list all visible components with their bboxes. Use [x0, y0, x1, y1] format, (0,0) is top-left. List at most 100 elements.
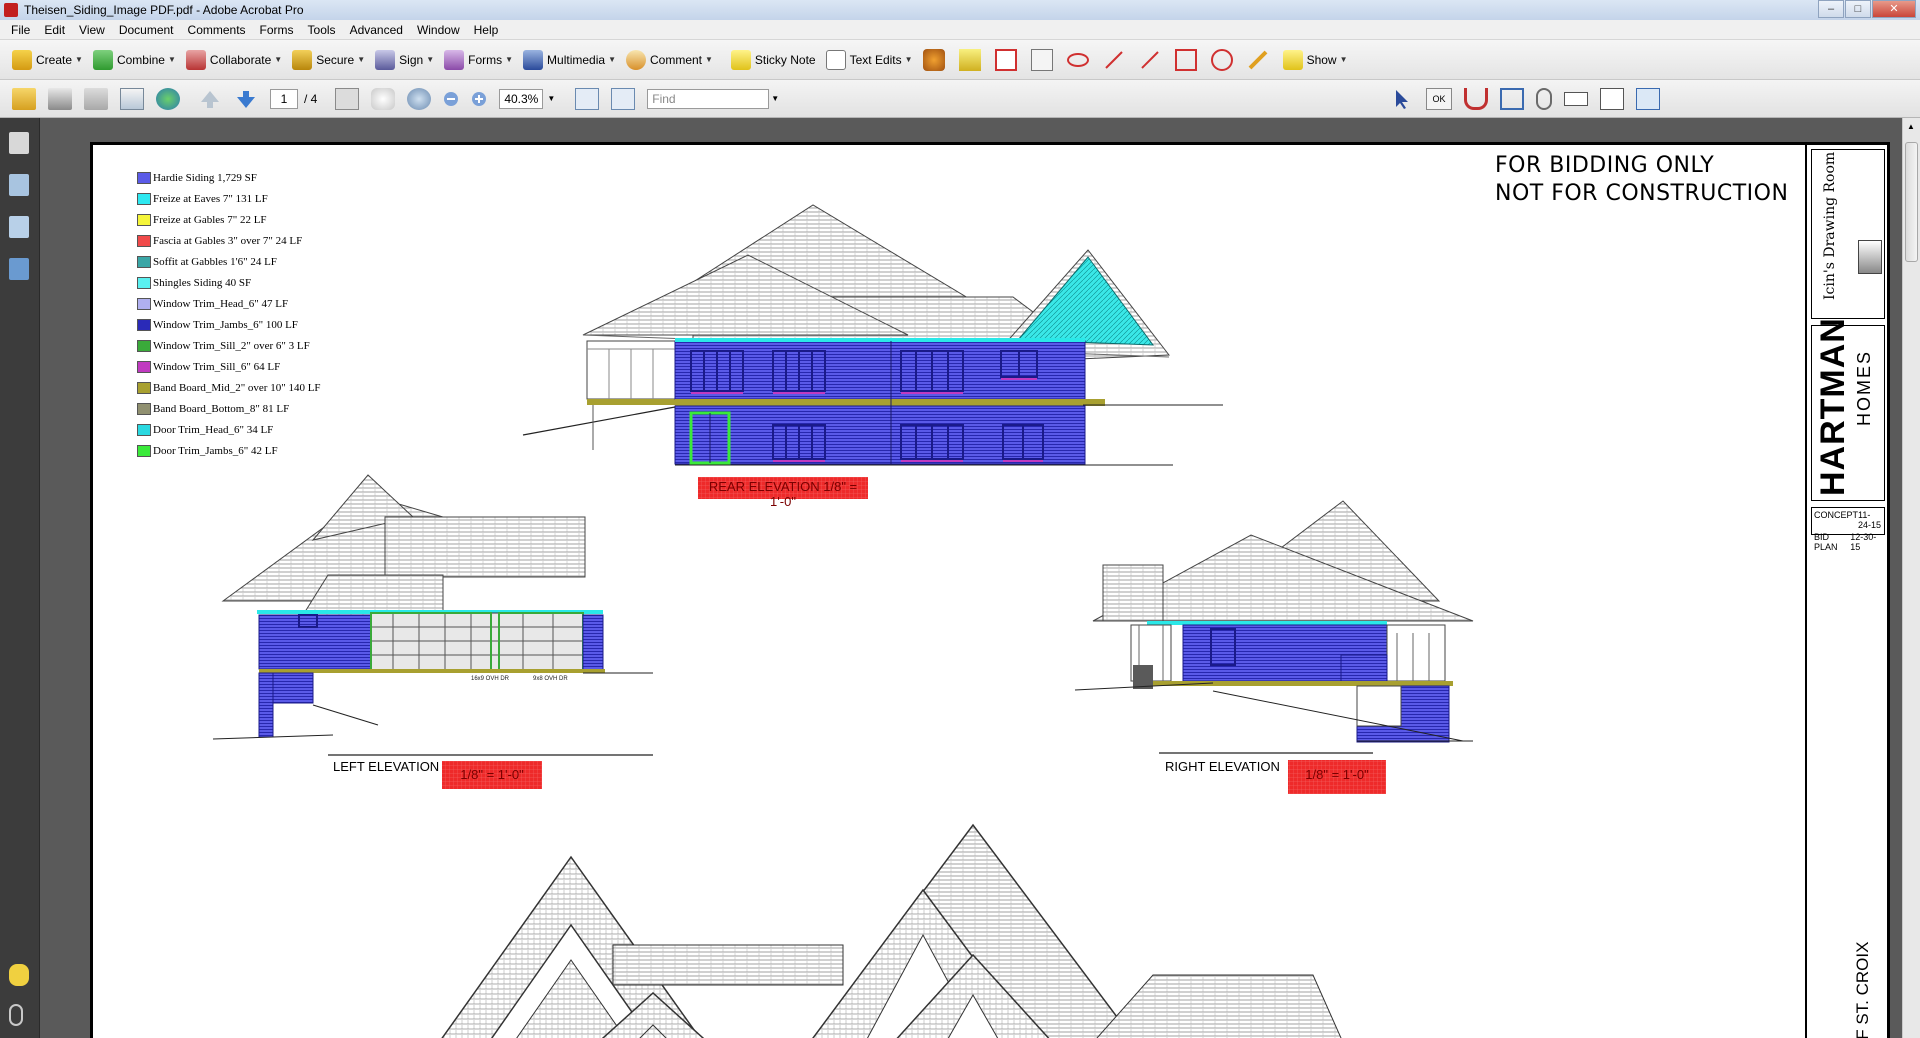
save-icon[interactable] — [84, 87, 108, 110]
collaborate-button[interactable]: Collaborate ▼ — [185, 46, 282, 74]
front-elevation-drawing — [441, 823, 1342, 1038]
scroll-up-icon[interactable]: ▲ — [1907, 122, 1915, 131]
menu-view[interactable]: View — [72, 23, 112, 37]
open-folder-icon[interactable] — [12, 87, 36, 110]
email-icon[interactable] — [120, 87, 144, 110]
zoom-in-icon[interactable] — [471, 88, 487, 110]
sticky-note-button[interactable]: Sticky Note — [730, 46, 816, 74]
house-logo-icon — [1858, 240, 1882, 274]
cloud-icon[interactable] — [1066, 52, 1089, 67]
navigation-pane — [0, 118, 40, 1038]
text-edits-icon — [825, 49, 846, 70]
zoom-out-icon[interactable] — [443, 88, 459, 110]
create-label: Create — [36, 52, 73, 67]
show-comments-icon — [1282, 49, 1303, 70]
close-button[interactable]: ✕ — [1872, 0, 1916, 18]
attach-text-icon[interactable] — [958, 48, 981, 71]
tasks-toolbar: Create ▼ Combine ▼ Collaborate ▼ Secure ▼ Si… — [0, 40, 1920, 80]
menu-tools[interactable]: Tools — [301, 23, 343, 37]
line-icon[interactable] — [1139, 49, 1161, 71]
forms-button[interactable]: Forms ▼ — [444, 46, 513, 74]
text-box-icon[interactable] — [994, 48, 1017, 71]
comment-button[interactable]: Comment ▼ — [625, 46, 713, 74]
forms-label: Forms — [468, 52, 503, 67]
arrow-up-svg — [201, 90, 219, 108]
zoom-level-input[interactable]: 40.3% — [499, 88, 544, 109]
callout-icon[interactable] — [1030, 48, 1053, 71]
magnet-icon[interactable] — [1464, 88, 1488, 110]
next-page-icon[interactable] — [234, 88, 258, 110]
rear-elevation-label-group: REAR ELEVATION 1/8" = 1'-0" — [698, 479, 868, 509]
stamp-icon[interactable] — [922, 48, 945, 71]
menu-edit[interactable]: Edit — [37, 23, 72, 37]
document-viewport[interactable]: Hardie Siding 1,729 SF Freize at Eaves 7"… — [40, 118, 1902, 1038]
line-icon-svg — [1140, 50, 1159, 69]
share-icon[interactable] — [156, 87, 180, 110]
text-field-icon[interactable] — [1564, 92, 1588, 106]
print-icon[interactable] — [48, 87, 72, 110]
fit-page-icon[interactable] — [611, 87, 636, 110]
menu-document[interactable]: Document — [112, 23, 181, 37]
ok-button-icon[interactable]: OK — [1426, 88, 1452, 110]
attachments-panel-icon[interactable] — [9, 1004, 23, 1026]
layers-panel-icon[interactable] — [9, 258, 29, 280]
chevron-down-icon: ▼ — [426, 55, 435, 64]
scrolling-mode-icon[interactable] — [575, 87, 600, 110]
menu-window[interactable]: Window — [410, 23, 467, 37]
menu-help[interactable]: Help — [467, 23, 506, 37]
window-title: Theisen_Siding_Image PDF.pdf - Adobe Acr… — [24, 3, 304, 17]
select-object-icon[interactable] — [1390, 88, 1414, 110]
signatures-panel-icon[interactable] — [9, 216, 29, 238]
marquee-zoom-icon[interactable] — [407, 87, 432, 110]
combine-button[interactable]: Combine ▼ — [92, 46, 176, 74]
find-input[interactable]: Find — [647, 88, 770, 109]
cursor-svg — [1396, 90, 1408, 109]
menu-comments[interactable]: Comments — [181, 23, 253, 37]
menu-advanced[interactable]: Advanced — [343, 23, 410, 37]
secure-button[interactable]: Secure ▼ — [292, 46, 365, 74]
pdf-page: Hardie Siding 1,729 SF Freize at Eaves 7"… — [90, 142, 1890, 1038]
rectangle-icon[interactable] — [1174, 48, 1197, 71]
revision-block: CONCEPT 11-24-15 BID PLAN 12-30-15 — [1811, 507, 1885, 552]
bookmarks-panel-icon[interactable] — [9, 174, 29, 196]
show-button[interactable]: Show ▼ — [1282, 46, 1348, 74]
zoom-out-svg — [444, 91, 459, 106]
menu-file[interactable]: File — [4, 23, 37, 37]
show-label: Show — [1306, 52, 1337, 67]
create-button[interactable]: Create ▼ — [12, 46, 83, 74]
crop-icon[interactable] — [1500, 88, 1524, 110]
page-number-input[interactable]: 1 — [270, 88, 298, 109]
edit-form-icon[interactable] — [1636, 88, 1660, 110]
revision-row-bid: BID PLAN 12-30-15 — [1814, 532, 1882, 552]
oval-icon[interactable] — [1210, 48, 1233, 71]
sign-button[interactable]: Sign ▼ — [375, 46, 434, 74]
right-elevation-scale: 1/8" = 1'-0" — [1305, 767, 1369, 782]
chevron-down-icon: ▼ — [167, 55, 176, 64]
select-text-icon[interactable] — [335, 87, 360, 110]
vertical-scrollbar[interactable]: ▲ — [1902, 118, 1920, 1038]
previous-page-icon[interactable] — [198, 88, 222, 110]
minimize-button[interactable]: – — [1818, 0, 1844, 18]
firm-name: Icin's Drawing Room — [1822, 151, 1838, 300]
chevron-down-icon: ▼ — [904, 55, 913, 64]
builder-subtitle: HOMES — [1854, 349, 1874, 426]
multimedia-button[interactable]: Multimedia ▼ — [523, 46, 616, 74]
rear-elevation-label: REAR ELEVATION — [708, 479, 820, 494]
text-edits-button[interactable]: Text Edits ▼ — [825, 46, 913, 74]
zoom-dropdown-icon[interactable]: ▼ — [547, 94, 555, 103]
window-controls: – □ ✕ — [1817, 0, 1916, 18]
combine-label: Combine — [116, 52, 165, 67]
arrow-icon[interactable] — [1103, 49, 1125, 71]
find-dropdown-icon[interactable]: ▼ — [771, 94, 779, 103]
menu-forms[interactable]: Forms — [253, 23, 301, 37]
scrollbar-thumb[interactable] — [1905, 142, 1918, 262]
secure-label: Secure — [316, 52, 355, 67]
pages-panel-icon[interactable] — [9, 132, 29, 154]
maximize-button[interactable]: □ — [1845, 0, 1871, 18]
add-field-icon[interactable] — [1600, 88, 1624, 110]
comments-panel-icon[interactable] — [9, 964, 29, 986]
attach-file-icon[interactable] — [1536, 88, 1552, 110]
pencil-icon[interactable] — [1247, 49, 1269, 71]
hand-tool-icon[interactable] — [371, 87, 396, 110]
multimedia-icon — [523, 49, 544, 70]
